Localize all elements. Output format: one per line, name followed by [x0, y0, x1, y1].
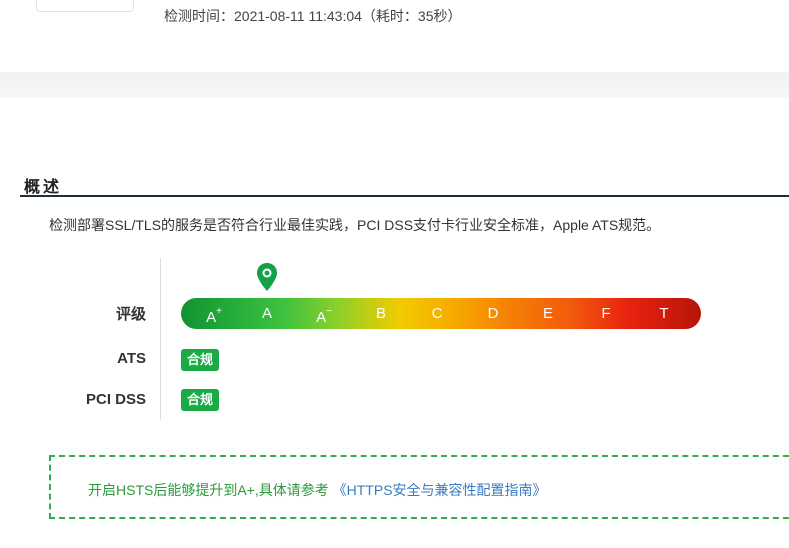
- grade-label: E: [533, 298, 563, 329]
- rating-label: 评级: [115, 306, 146, 323]
- label-divider: [160, 258, 161, 420]
- grade-label: A: [252, 298, 282, 329]
- grade-label: A+: [199, 298, 229, 329]
- grade-letter: B: [375, 305, 386, 322]
- tip-message: 开启HSTS后能够提升到A+,具体请参考: [88, 482, 333, 498]
- tip-text: 开启HSTS后能够提升到A+,具体请参考 《HTTPS安全与兼容性配置指南》: [88, 480, 547, 500]
- ats-status-badge: 合规: [181, 349, 219, 371]
- grade-label: B: [366, 298, 396, 329]
- grade-letter: D: [487, 305, 499, 322]
- grade-label: C: [422, 298, 452, 329]
- grade-label: D: [478, 298, 508, 329]
- grade-letter: A: [261, 305, 272, 322]
- grade-label: A−: [309, 298, 339, 329]
- grade-scale-bar: A+ A A− B C D E F T: [181, 298, 701, 329]
- grade-modifier: +: [216, 306, 222, 317]
- section-underline: [20, 195, 789, 197]
- top-card: [36, 0, 134, 12]
- grade-letter: A: [316, 309, 327, 326]
- grade-label: T: [649, 298, 679, 329]
- grade-letter: C: [431, 305, 443, 322]
- overview-description: 检测部署SSL/TLS的服务是否符合行业最佳实践，PCI DSS支付卡行业安全标…: [49, 217, 661, 233]
- hsts-tip-box: 开启HSTS后能够提升到A+,具体请参考 《HTTPS安全与兼容性配置指南》: [49, 455, 789, 519]
- grade-letter: E: [542, 305, 553, 322]
- current-grade-marker-icon: [257, 263, 277, 291]
- grade-letter: F: [601, 305, 611, 322]
- grade-letter: A: [206, 309, 217, 326]
- check-time: 检测时间：2021-08-11 11:43:04（耗时：35秒）: [164, 8, 462, 24]
- config-guide-link[interactable]: 《HTTPS安全与兼容性配置指南》: [333, 482, 547, 498]
- grade-modifier: −: [326, 306, 332, 317]
- pci-dss-label: PCI DSS: [85, 391, 146, 408]
- section-divider-band: [0, 72, 789, 98]
- grade-label: F: [591, 298, 621, 329]
- grade-letter: T: [659, 305, 669, 322]
- ats-label: ATS: [117, 350, 146, 367]
- pci-dss-status-badge: 合规: [181, 389, 219, 411]
- section-title: 概述: [24, 179, 63, 196]
